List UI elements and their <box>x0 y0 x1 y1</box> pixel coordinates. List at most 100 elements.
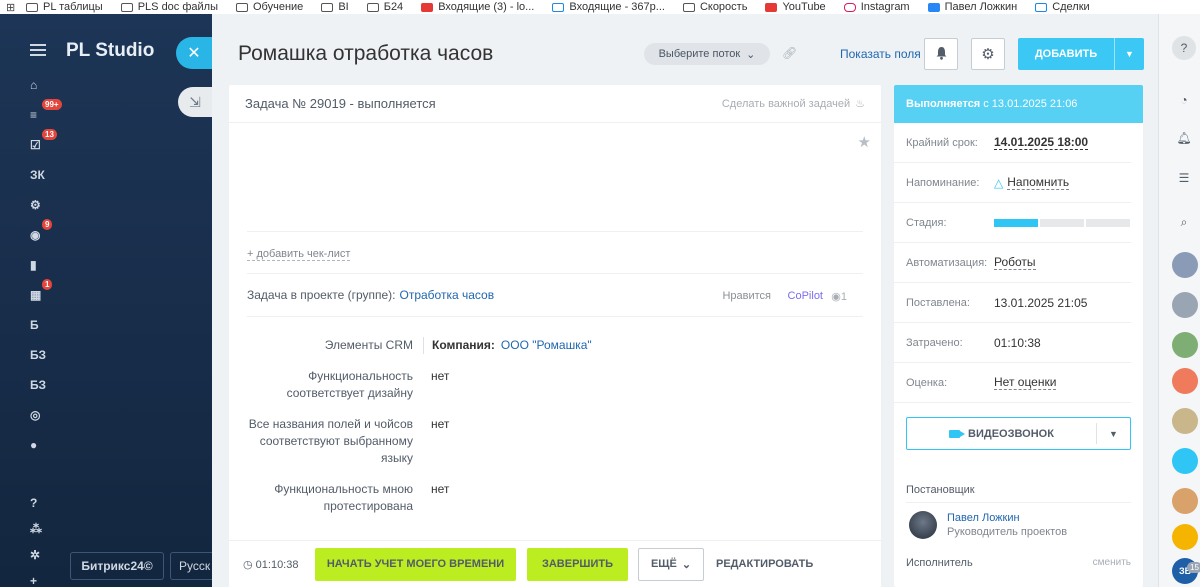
reminder-icon: △ <box>994 175 1004 190</box>
help-icon[interactable]: ? <box>1172 36 1196 60</box>
phone-icon[interactable] <box>1172 448 1198 474</box>
plus-icon[interactable]: + <box>20 568 60 587</box>
bitrix-icon <box>1035 2 1048 12</box>
created-row: Поставлена: 13.01.2025 21:05 <box>894 283 1131 323</box>
collapse-button[interactable]: ⇲ <box>178 87 212 117</box>
robots-link[interactable]: Роботы <box>994 255 1036 270</box>
creator-person[interactable]: Павел Ложкин Руководитель проектов <box>909 511 1131 539</box>
chat-icon[interactable]: ☰ <box>1172 166 1196 190</box>
copilot-icon[interactable]: ◔ <box>1172 88 1196 112</box>
estimate-link[interactable]: Нет оценки <box>994 375 1057 390</box>
reminder-link[interactable]: Напомнить <box>1007 175 1070 190</box>
bookmark-youtube[interactable]: YouTube <box>765 1 826 13</box>
video-dropdown-icon[interactable]: ▼ <box>1096 423 1130 444</box>
crm-icon[interactable]: ⚙ <box>20 190 60 220</box>
notifications-icon[interactable]: 🔔︎ <box>1172 126 1196 150</box>
settings-icon[interactable]: ✲ <box>20 542 60 568</box>
bookmark-pls-doc[interactable]: PLS doc файлы <box>120 1 218 13</box>
robot-icon[interactable]: ◉ 9 <box>20 219 60 250</box>
show-fields-link[interactable]: Показать поля <box>840 47 921 61</box>
close-slider-button[interactable]: ✕ <box>176 37 212 69</box>
project-link[interactable]: Отработка часов <box>400 288 495 302</box>
gear-icon: ⚙ <box>981 46 995 63</box>
search-icon[interactable]: ⌕ <box>1172 210 1196 234</box>
brand-name: PL Studio <box>66 40 155 61</box>
task-card: Задача № 29019 - выполняется Сделать важ… <box>229 85 881 587</box>
rail-item-zk[interactable]: ЗК <box>20 160 60 190</box>
folder-icon <box>321 2 334 12</box>
rail-item-b[interactable]: Б <box>20 310 60 340</box>
bell-button[interactable] <box>924 38 958 70</box>
right-app-rail: ? ◔ 🔔︎ ☰ ⌕ ЗБ 15 <box>1158 14 1200 587</box>
bookmark-gmail[interactable]: Входящие (3) - lo... <box>421 1 534 13</box>
custom-fields: Элементы CRM Компания: ООО "Ромашка" Функ… <box>247 337 863 529</box>
stage-progress[interactable] <box>994 218 1130 227</box>
finish-button[interactable]: ЗАВЕРШИТЬ <box>527 547 628 581</box>
make-important-link[interactable]: Сделать важной задачей ♨ <box>722 97 865 111</box>
bell-icon <box>935 46 948 63</box>
video-call-icon[interactable] <box>1172 368 1198 394</box>
link-icon[interactable]: 🔗︎ <box>782 46 797 60</box>
views-counter: ◉1 <box>831 291 847 303</box>
menu-icon[interactable] <box>30 44 46 56</box>
avatar[interactable] <box>1172 252 1198 278</box>
icon-rail: ⌂ ≡ 99+ ☑ 13 ЗК ⚙ ◉ 9 ▮ ▦ 1 Б БЗ БЗ ◎ ● ? ⁂ … <box>20 70 62 587</box>
bitrix24-badge[interactable]: Битрикс24 © <box>70 552 164 580</box>
store-icon[interactable]: ▦ 1 <box>20 279 60 310</box>
rail-item-bz-1[interactable]: БЗ <box>20 340 60 370</box>
spent-row: Затрачено: 01:10:38 <box>894 323 1131 363</box>
field-value: нет <box>431 417 450 431</box>
stage-row: Стадия: <box>894 203 1131 243</box>
automation-row: Автоматизация: Роботы <box>894 243 1131 283</box>
stage-segment <box>1086 218 1130 227</box>
contacts-icon[interactable] <box>1172 524 1198 550</box>
deadline-value[interactable]: 14.01.2025 18:00 <box>994 135 1089 150</box>
settings-button[interactable]: ⚙ <box>971 38 1005 70</box>
video-call-button[interactable]: ВИДЕОЗВОНОК ▼ <box>906 417 1131 450</box>
edit-button[interactable]: РЕДАКТИРОВАТЬ <box>716 558 813 570</box>
add-checklist-link[interactable]: + добавить чек-лист <box>247 248 351 261</box>
instagram-icon <box>843 2 856 12</box>
avatar[interactable] <box>1172 332 1198 358</box>
apps-grid-icon[interactable]: ⊞ <box>6 1 15 14</box>
bookmark-deals[interactable]: Сделки <box>1035 1 1090 13</box>
avatar[interactable] <box>1172 292 1198 318</box>
home-icon[interactable]: ⌂ <box>20 70 60 100</box>
language-select[interactable]: Русск <box>170 552 212 580</box>
avatar[interactable] <box>1172 488 1198 514</box>
start-time-tracking-button[interactable]: НАЧАТЬ УЧЕТ МОЕГО ВРЕМЕНИ <box>315 547 516 581</box>
bookmark-mail[interactable]: Входящие - 367p... <box>552 1 665 13</box>
flame-icon: ♨ <box>855 98 865 110</box>
tasks-icon[interactable]: ☑ 13 <box>20 129 60 160</box>
sitemap-icon[interactable]: ⁂ <box>20 516 60 542</box>
shield-icon[interactable]: ◎ <box>20 400 60 430</box>
bookmark-training[interactable]: Обучение <box>236 1 303 13</box>
filter-badge: 99+ <box>42 99 62 110</box>
like-button[interactable]: Нравится <box>722 290 771 302</box>
crm-company-link[interactable]: ООО "Ромашка" <box>501 338 592 352</box>
filter-icon[interactable]: ≡ 99+ <box>20 99 62 130</box>
check-circle-icon[interactable]: ● <box>20 430 60 460</box>
bookmark-b24[interactable]: Б24 <box>366 1 403 13</box>
avatar[interactable] <box>1172 408 1198 434</box>
flow-select[interactable]: Выберите поток ⌄ <box>644 43 770 65</box>
bookmark-speed[interactable]: Скорость <box>682 1 747 13</box>
bookmark-pl-tables[interactable]: PL таблицы <box>26 1 103 13</box>
field-label: Функциональность мною протестирована <box>274 482 413 513</box>
executor-heading: Исполнитель сменить <box>906 557 1131 569</box>
analytics-icon[interactable]: ▮ <box>20 250 60 280</box>
favorite-star-icon[interactable]: ★ <box>858 133 871 151</box>
rail-item-bz-2[interactable]: БЗ <box>20 370 60 400</box>
add-button[interactable]: ДОБАВИТЬ ▼ <box>1018 38 1144 70</box>
copilot-button[interactable]: CoPilot <box>788 290 823 302</box>
bookmark-bi[interactable]: BI <box>321 1 349 13</box>
bookmark-vk[interactable]: Павел Ложкин <box>927 1 1017 13</box>
folder-icon <box>236 2 248 12</box>
help-icon[interactable]: ? <box>20 490 60 516</box>
creator-name[interactable]: Павел Ложкин <box>947 512 1067 524</box>
more-button[interactable]: ЕЩЁ ⌄ <box>638 547 704 581</box>
add-dropdown-icon[interactable]: ▼ <box>1114 38 1144 70</box>
change-executor-link[interactable]: сменить <box>1093 557 1131 569</box>
timer: ◷ 01:10:38 <box>243 558 299 571</box>
bookmark-instagram[interactable]: Instagram <box>843 1 910 13</box>
